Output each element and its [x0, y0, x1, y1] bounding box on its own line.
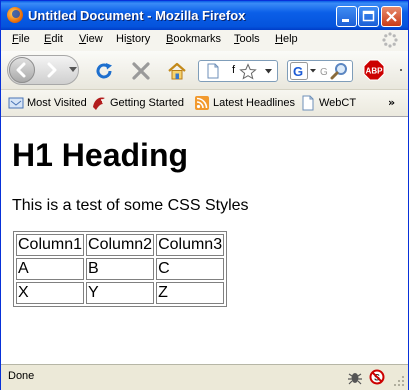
rss-feed-icon	[195, 96, 209, 110]
back-arrow-icon	[16, 62, 26, 78]
table-cell: Z	[156, 282, 225, 304]
page-heading: H1 Heading	[12, 137, 189, 173]
menu-file[interactable]: File	[12, 33, 30, 45]
data-table: Column1 Column2 Column3 A B C X Y Z	[13, 231, 228, 307]
forward-arrow-icon[interactable]	[41, 62, 63, 78]
table-cell: X	[16, 282, 85, 304]
search-icon[interactable]	[330, 62, 350, 80]
menu-bookmarks[interactable]: Bookmarks	[166, 33, 221, 45]
menu-history[interactable]: History	[116, 33, 150, 45]
page-paragraph: This is a test of some CSS Styles	[12, 197, 249, 214]
google-icon[interactable]: G	[290, 62, 308, 80]
table-row: X Y Z	[16, 282, 225, 304]
adblock-plus-icon[interactable]: ABP	[363, 59, 385, 81]
table-cell: C	[156, 258, 225, 280]
page-content: H1 Heading This is a test of some CSS St…	[1, 117, 408, 364]
table-cell: Column1	[16, 234, 85, 256]
menu-bar: File Edit View History Bookmarks Tools H…	[1, 30, 408, 51]
bookmark-star-icon[interactable]	[239, 63, 257, 80]
stop-icon[interactable]	[131, 62, 151, 80]
search-engine-dropdown-icon[interactable]	[310, 69, 316, 73]
table-header-row: Column1 Column2 Column3	[16, 234, 225, 256]
throbber-icon	[382, 32, 398, 48]
firefox-icon[interactable]	[7, 7, 23, 23]
page-icon	[207, 63, 219, 79]
svg-text:ABP: ABP	[366, 67, 384, 76]
reload-icon[interactable]	[95, 62, 115, 80]
bookmarks-overflow-button[interactable]: »	[388, 96, 395, 109]
home-icon[interactable]	[167, 62, 187, 80]
bookmarks-toolbar: Most Visited Getting Started Latest Head…	[1, 90, 408, 117]
table-cell: Column3	[156, 234, 225, 256]
table-cell: A	[16, 258, 85, 280]
menu-tools[interactable]: Tools	[234, 33, 260, 45]
history-dropdown-icon[interactable]	[69, 67, 77, 73]
navigation-toolbar: f G G ABP	[1, 51, 408, 90]
back-forward-group	[7, 55, 79, 85]
table-cell: B	[86, 258, 155, 280]
table-cell: Y	[86, 282, 155, 304]
svg-text:G: G	[293, 64, 303, 79]
resize-grip[interactable]	[393, 375, 405, 387]
window-title: Untitled Document - Mozilla Firefox	[28, 8, 246, 23]
menu-edit[interactable]: Edit	[44, 33, 63, 45]
search-box[interactable]: G G	[287, 60, 353, 82]
address-dropdown-icon[interactable]	[265, 69, 272, 74]
address-bar[interactable]: f	[198, 60, 278, 82]
table-row: A B C	[16, 258, 225, 280]
status-bar: Done S	[1, 364, 408, 390]
back-button[interactable]	[9, 57, 35, 83]
browser-window: Untitled Document - Mozilla Firefox File…	[0, 0, 409, 390]
firebug-icon[interactable]	[347, 369, 363, 385]
table-cell: Column2	[86, 234, 155, 256]
page-icon	[302, 95, 314, 111]
most-visited-icon	[8, 97, 24, 109]
address-text: f	[232, 64, 236, 76]
close-button[interactable]	[381, 6, 402, 27]
noscript-icon[interactable]: S	[369, 369, 385, 385]
getting-started-icon	[93, 97, 105, 110]
status-text: Done	[8, 370, 35, 382]
title-bar[interactable]: Untitled Document - Mozilla Firefox	[1, 1, 408, 30]
svg-text:G: G	[320, 67, 328, 78]
menu-view[interactable]: View	[79, 33, 103, 45]
maximize-button[interactable]	[358, 6, 379, 27]
toolbar-overflow-icon[interactable]	[397, 65, 405, 75]
menu-help[interactable]: Help	[275, 33, 298, 45]
minimize-button[interactable]	[336, 6, 357, 27]
